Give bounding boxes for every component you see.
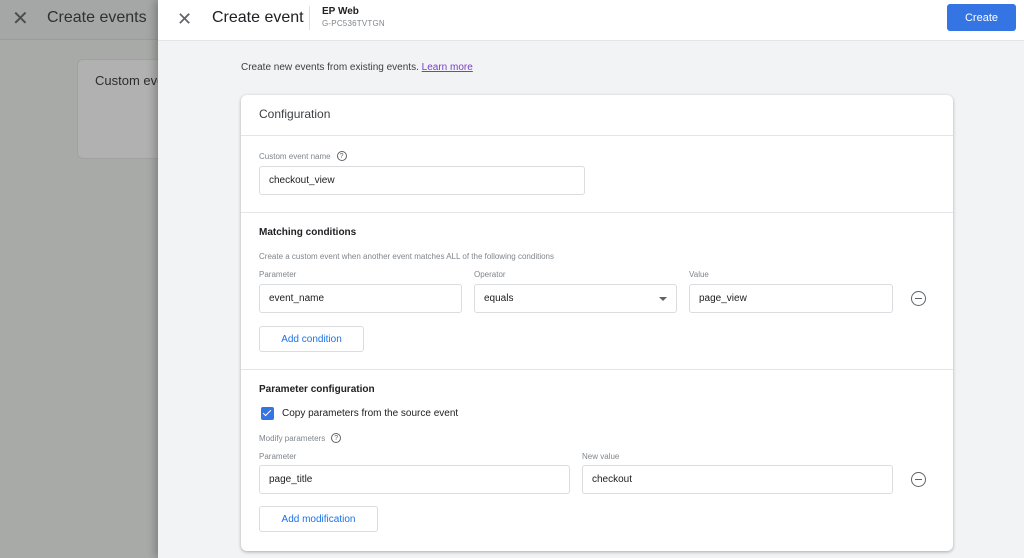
- learn-more-link[interactable]: Learn more: [422, 62, 473, 73]
- matching-conditions-description: Create a custom event when another event…: [259, 252, 554, 261]
- parameter-header: Parameter: [259, 452, 297, 461]
- intro-text: Create new events from existing events. …: [241, 62, 473, 73]
- custom-event-name-label-text: Custom event name: [259, 151, 331, 161]
- add-modification-button[interactable]: Add modification: [259, 506, 378, 532]
- intro-description: Create new events from existing events.: [241, 62, 419, 73]
- help-icon[interactable]: ?: [336, 151, 347, 161]
- parameter-configuration-title: Parameter configuration: [259, 384, 375, 395]
- operator-header: Operator: [474, 270, 506, 279]
- help-icon[interactable]: ?: [331, 433, 342, 443]
- header-divider: [309, 6, 310, 30]
- modify-parameters-label: Modify parameters ?: [259, 433, 342, 443]
- configuration-title: Configuration: [259, 107, 331, 121]
- divider: [241, 135, 953, 136]
- custom-event-name-label: Custom event name ?: [259, 151, 347, 161]
- property-id: G-PC536TVTGN: [322, 19, 385, 28]
- custom-event-name-input[interactable]: checkout_view: [259, 166, 585, 195]
- remove-condition-icon[interactable]: [911, 291, 926, 306]
- divider: [241, 369, 953, 370]
- new-value-header: New value: [582, 452, 620, 461]
- drawer-title: Create event: [212, 9, 304, 26]
- background-title: Create events: [47, 9, 147, 26]
- create-button[interactable]: Create: [947, 4, 1016, 31]
- parameter-header: Parameter: [259, 270, 297, 279]
- modify-new-value-input[interactable]: checkout: [582, 465, 893, 494]
- modify-parameter-input[interactable]: page_title: [259, 465, 570, 494]
- close-icon[interactable]: ✕: [12, 8, 29, 30]
- dropdown-arrow-icon: [659, 297, 667, 301]
- copy-parameters-label: Copy parameters from the source event: [282, 408, 459, 419]
- condition-value-input[interactable]: page_view: [689, 284, 893, 313]
- copy-parameters-checkbox[interactable]: [261, 407, 274, 420]
- matching-conditions-title: Matching conditions: [259, 227, 357, 238]
- condition-parameter-input[interactable]: event_name: [259, 284, 462, 313]
- drawer-header: ✕ Create event EP Web G-PC536TVTGN Creat…: [158, 0, 1024, 41]
- remove-modification-icon[interactable]: [911, 472, 926, 487]
- create-event-drawer: ✕ Create event EP Web G-PC536TVTGN Creat…: [158, 0, 1024, 558]
- modify-parameters-label-text: Modify parameters: [259, 433, 326, 443]
- operator-value: equals: [484, 293, 514, 304]
- configuration-card: Configuration Custom event name ? checko…: [241, 95, 953, 551]
- condition-operator-select[interactable]: equals: [474, 284, 677, 313]
- divider: [241, 212, 953, 213]
- close-drawer-icon[interactable]: ✕: [177, 8, 192, 30]
- value-header: Value: [689, 270, 709, 279]
- add-condition-button[interactable]: Add condition: [259, 326, 364, 352]
- property-name: EP Web: [322, 6, 359, 17]
